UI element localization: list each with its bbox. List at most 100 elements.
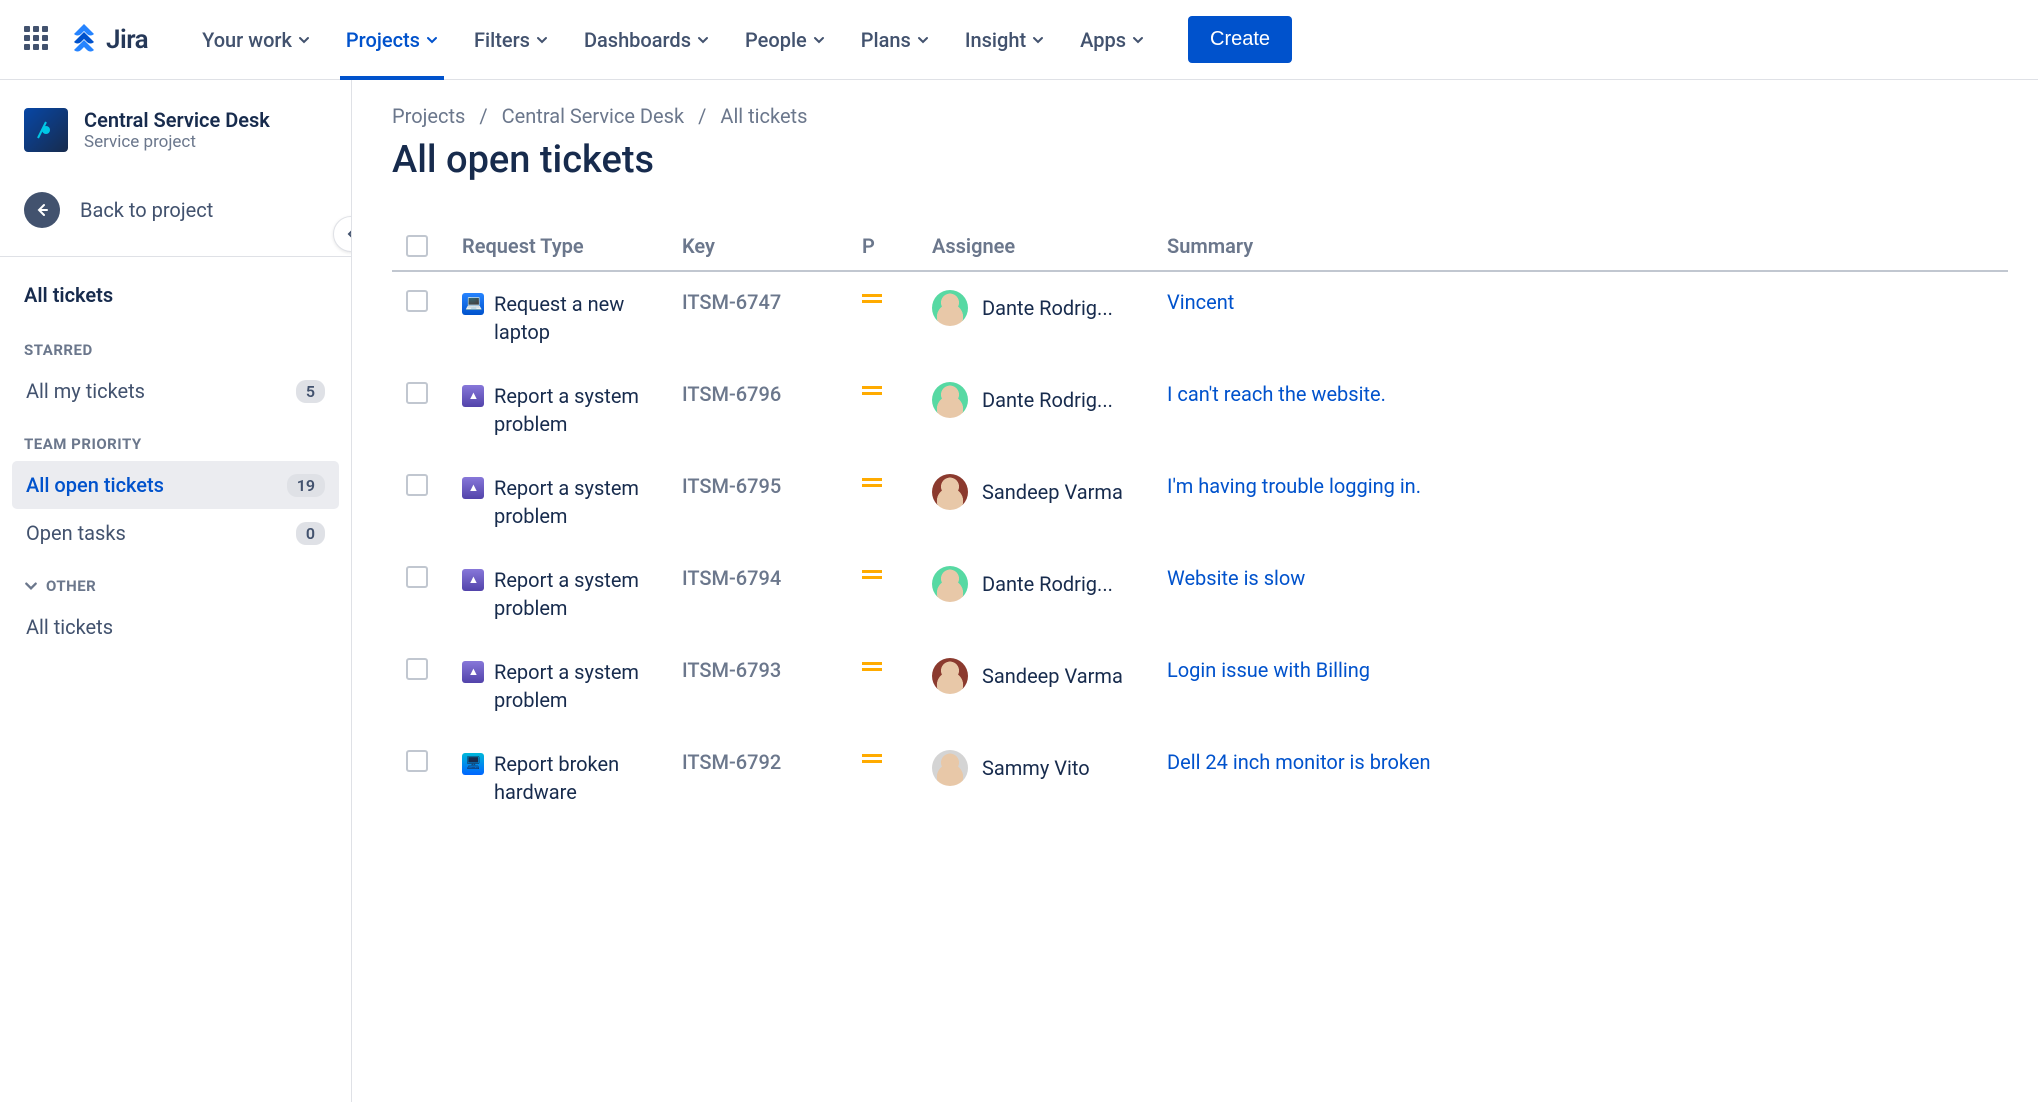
system-icon <box>462 569 484 591</box>
assignee-name: Dante Rodrig... <box>982 388 1113 412</box>
table-row: Report a system problem ITSM-6794 Dante … <box>392 548 2008 640</box>
column-request-type[interactable]: Request Type <box>462 234 682 258</box>
queue-item[interactable]: Open tasks0 <box>12 509 339 557</box>
row-checkbox[interactable] <box>406 382 428 404</box>
column-key[interactable]: Key <box>682 234 862 258</box>
avatar[interactable] <box>932 658 968 694</box>
request-type-text: Report a system problem <box>494 658 664 714</box>
row-checkbox[interactable] <box>406 750 428 772</box>
queue-item[interactable]: All my tickets5 <box>12 367 339 415</box>
breadcrumb-link[interactable]: All tickets <box>720 104 807 128</box>
project-icon <box>24 108 68 152</box>
project-header[interactable]: Central Service Desk Service project <box>12 108 339 176</box>
table-row: Report broken hardware ITSM-6792 Sammy V… <box>392 732 2008 824</box>
ticket-summary-link[interactable]: Vincent <box>1167 290 2008 314</box>
row-checkbox[interactable] <box>406 566 428 588</box>
request-type-text: Report broken hardware <box>494 750 664 806</box>
nav-item-projects[interactable]: Projects <box>328 0 456 80</box>
assignee-name: Sammy Vito <box>982 756 1090 780</box>
assignee-name: Dante Rodrig... <box>982 296 1113 320</box>
request-type-text: Report a system problem <box>494 566 664 622</box>
chevron-down-icon <box>697 34 709 46</box>
nav-items: Your workProjectsFiltersDashboardsPeople… <box>184 0 1162 80</box>
chevron-left-icon <box>345 228 352 240</box>
breadcrumb-link[interactable]: Central Service Desk <box>502 104 685 128</box>
request-type-text: Report a system problem <box>494 474 664 530</box>
nav-item-plans[interactable]: Plans <box>843 0 947 80</box>
row-checkbox[interactable] <box>406 658 428 680</box>
page-title: All open tickets <box>392 138 2008 182</box>
app-switcher-icon[interactable] <box>24 26 52 54</box>
nav-item-insight[interactable]: Insight <box>947 0 1062 80</box>
breadcrumb-link[interactable]: Projects <box>392 104 465 128</box>
queue-item[interactable]: All open tickets19 <box>12 461 339 509</box>
select-all-checkbox[interactable] <box>406 235 428 257</box>
ticket-key[interactable]: ITSM-6794 <box>682 566 862 590</box>
request-type-text: Request a new laptop <box>494 290 664 346</box>
create-button[interactable]: Create <box>1188 16 1292 63</box>
main-content: Projects / Central Service Desk / All ti… <box>352 80 2038 1102</box>
ticket-summary-link[interactable]: Login issue with Billing <box>1167 658 2008 682</box>
other-section-toggle[interactable]: OTHER <box>12 557 339 603</box>
priority-medium-icon <box>862 290 932 309</box>
ticket-key[interactable]: ITSM-6747 <box>682 290 862 314</box>
chevron-down-icon <box>24 579 38 593</box>
priority-medium-icon <box>862 658 932 677</box>
queue-count-badge: 5 <box>296 380 325 403</box>
ticket-key[interactable]: ITSM-6792 <box>682 750 862 774</box>
nav-item-filters[interactable]: Filters <box>456 0 566 80</box>
chevron-down-icon <box>298 34 310 46</box>
system-icon <box>462 477 484 499</box>
column-summary[interactable]: Summary <box>1167 234 2008 258</box>
queue-count-badge: 19 <box>287 474 325 497</box>
jira-logo[interactable]: Jira <box>68 24 148 56</box>
request-type-text: Report a system problem <box>494 382 664 438</box>
nav-item-apps[interactable]: Apps <box>1062 0 1162 80</box>
table-row: Report a system problem ITSM-6793 Sandee… <box>392 640 2008 732</box>
nav-item-dashboards[interactable]: Dashboards <box>566 0 727 80</box>
queue-count-badge: 0 <box>296 522 325 545</box>
nav-item-people[interactable]: People <box>727 0 843 80</box>
assignee-name: Sandeep Varma <box>982 664 1123 688</box>
ticket-summary-link[interactable]: I'm having trouble logging in. <box>1167 474 2008 498</box>
chevron-down-icon <box>813 34 825 46</box>
priority-medium-icon <box>862 750 932 769</box>
sidebar: Central Service Desk Service project Bac… <box>0 80 352 1102</box>
ticket-table: Request Type Key P Assignee Summary Requ… <box>392 222 2008 824</box>
divider <box>0 256 351 257</box>
assignee-name: Dante Rodrig... <box>982 572 1113 596</box>
hardware-icon <box>462 753 484 775</box>
project-name: Central Service Desk <box>84 108 270 132</box>
priority-medium-icon <box>862 566 932 585</box>
team-priority-label: TEAM PRIORITY <box>12 415 339 461</box>
column-priority[interactable]: P <box>862 234 932 258</box>
row-checkbox[interactable] <box>406 474 428 496</box>
ticket-key[interactable]: ITSM-6793 <box>682 658 862 682</box>
avatar[interactable] <box>932 290 968 326</box>
nav-item-your-work[interactable]: Your work <box>184 0 328 80</box>
system-icon <box>462 661 484 683</box>
avatar[interactable] <box>932 382 968 418</box>
arrow-left-icon <box>24 192 60 228</box>
chevron-down-icon <box>536 34 548 46</box>
back-to-project[interactable]: Back to project <box>12 176 339 244</box>
chevron-down-icon <box>917 34 929 46</box>
ticket-summary-link[interactable]: Website is slow <box>1167 566 2008 590</box>
ticket-key[interactable]: ITSM-6796 <box>682 382 862 406</box>
avatar[interactable] <box>932 750 968 786</box>
assignee-name: Sandeep Varma <box>982 480 1123 504</box>
chevron-down-icon <box>1132 34 1144 46</box>
brand-text: Jira <box>106 25 148 55</box>
column-assignee[interactable]: Assignee <box>932 234 1167 258</box>
priority-medium-icon <box>862 382 932 401</box>
avatar[interactable] <box>932 566 968 602</box>
table-header: Request Type Key P Assignee Summary <box>392 222 2008 272</box>
avatar[interactable] <box>932 474 968 510</box>
ticket-key[interactable]: ITSM-6795 <box>682 474 862 498</box>
row-checkbox[interactable] <box>406 290 428 312</box>
queue-item[interactable]: All tickets <box>12 603 339 651</box>
jira-icon <box>68 24 100 56</box>
ticket-summary-link[interactable]: I can't reach the website. <box>1167 382 2008 406</box>
priority-medium-icon <box>862 474 932 493</box>
ticket-summary-link[interactable]: Dell 24 inch monitor is broken <box>1167 750 2008 774</box>
